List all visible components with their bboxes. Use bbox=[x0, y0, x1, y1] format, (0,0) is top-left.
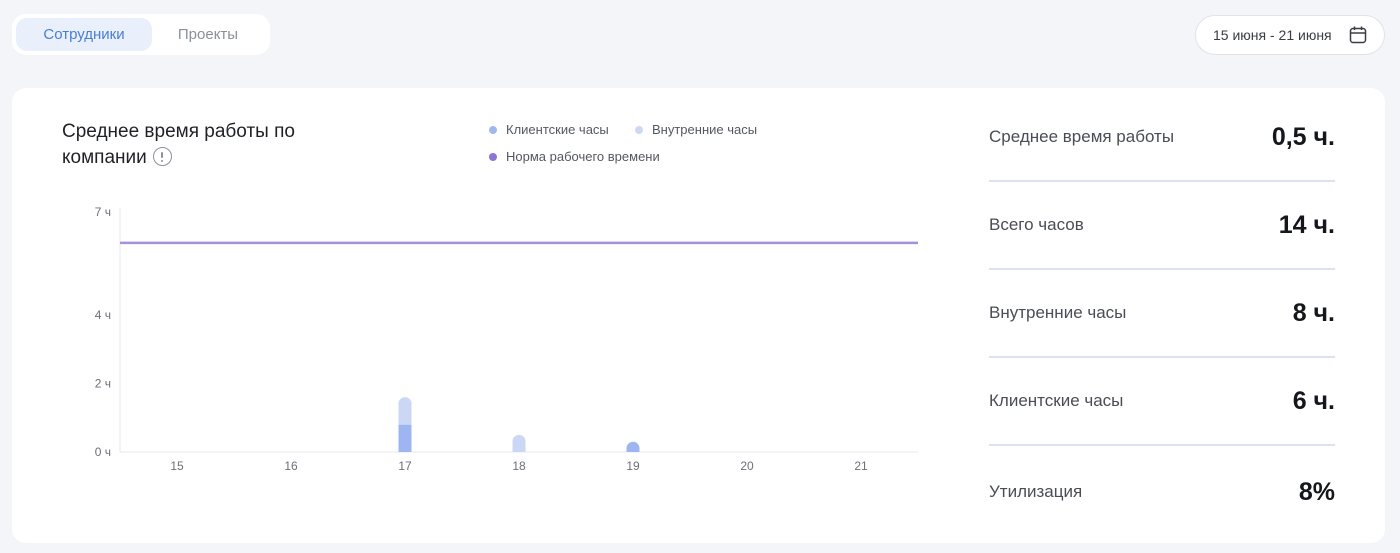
y-tick-label: 0 ч bbox=[95, 445, 111, 459]
stat-value: 14 ч. bbox=[1278, 210, 1335, 239]
bar-internal-17 bbox=[398, 397, 412, 425]
stat-label: Среднее время работы bbox=[989, 127, 1175, 146]
stat-value: 0,5 ч. bbox=[1271, 122, 1335, 151]
tab-projects[interactable]: Проекты bbox=[152, 18, 264, 51]
stat-total-hours: Всего часов 14 ч. bbox=[989, 182, 1335, 270]
stat-label: Клиентские часы bbox=[989, 391, 1124, 410]
calendar-icon bbox=[1349, 26, 1367, 44]
x-tick-label: 15 bbox=[170, 459, 184, 473]
date-range-picker[interactable]: 15 июня - 21 июня bbox=[1195, 15, 1385, 55]
stat-client-hours: Клиентские часы 6 ч. bbox=[989, 358, 1335, 446]
x-tick-label: 16 bbox=[284, 459, 298, 473]
x-tick-label: 19 bbox=[626, 459, 640, 473]
stat-internal-hours: Внутренние часы 8 ч. bbox=[989, 270, 1335, 358]
stat-label: Внутренние часы bbox=[989, 303, 1127, 322]
average-work-time-card: Среднее время работы по компании Клиентс… bbox=[12, 88, 1385, 543]
stat-value: 8% bbox=[1298, 477, 1335, 506]
view-tabs: Сотрудники Проекты bbox=[12, 14, 270, 55]
x-tick-label: 17 bbox=[398, 459, 412, 473]
stat-average-work-time: Среднее время работы 0,5 ч. bbox=[989, 94, 1335, 182]
stat-value: 8 ч. bbox=[1292, 298, 1335, 327]
stat-value: 6 ч. bbox=[1292, 386, 1335, 415]
x-tick-label: 18 bbox=[512, 459, 526, 473]
y-tick-label: 7 ч bbox=[95, 205, 111, 219]
x-tick-label: 20 bbox=[740, 459, 754, 473]
bar-client-17 bbox=[398, 424, 412, 452]
bar-internal-18 bbox=[512, 434, 526, 452]
stat-label: Утилизация bbox=[989, 482, 1083, 501]
stat-utilization: Утилизация 8% bbox=[989, 448, 1335, 536]
bar-client-19 bbox=[626, 441, 640, 452]
y-tick-label: 2 ч bbox=[95, 376, 111, 390]
stat-label: Всего часов bbox=[989, 215, 1084, 234]
tab-employees[interactable]: Сотрудники bbox=[16, 18, 152, 51]
y-tick-label: 4 ч bbox=[95, 308, 111, 322]
work-time-chart: 0 ч 2 ч 4 ч 7 ч 15 16 17 18 19 20 21 bbox=[95, 205, 918, 473]
date-range-label: 15 июня - 21 июня bbox=[1213, 27, 1332, 43]
x-tick-label: 21 bbox=[854, 459, 868, 473]
